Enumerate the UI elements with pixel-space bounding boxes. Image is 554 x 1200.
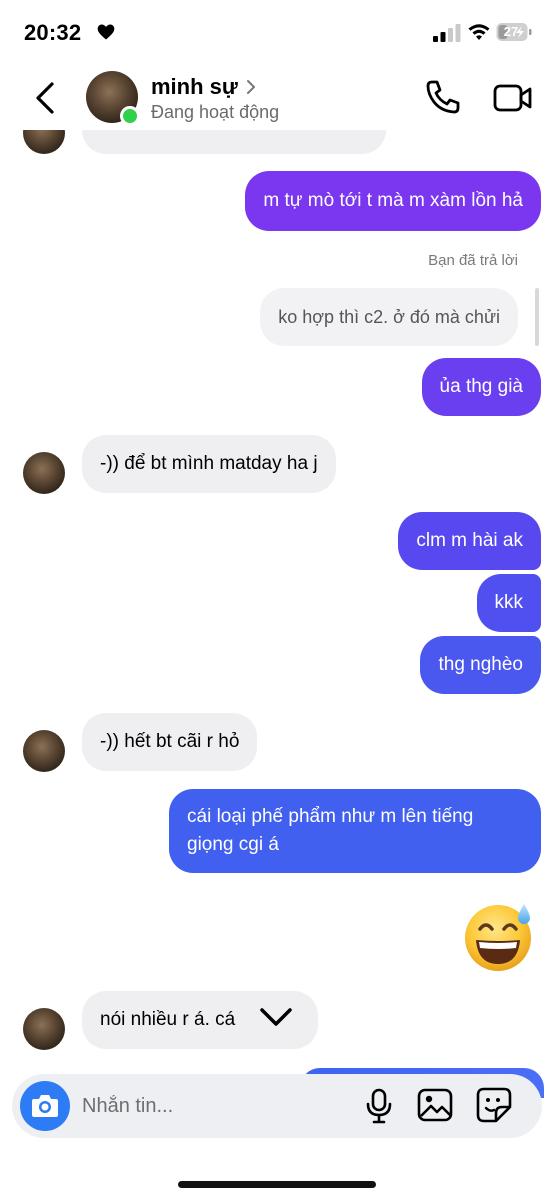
- message-list[interactable]: m tự mò tới t mà m xàm lồn hả Bạn đã trả…: [0, 0, 554, 1200]
- grinning-sweat-emoji-icon[interactable]: [462, 898, 538, 974]
- phone-call-icon[interactable]: [424, 78, 462, 116]
- home-indicator[interactable]: [178, 1181, 376, 1188]
- quoted-message[interactable]: ko hợp thì c2. ở đó mà chửi: [260, 288, 518, 346]
- reply-indicator-bar: [535, 288, 539, 346]
- online-status-dot: [120, 106, 140, 126]
- sticker-icon[interactable]: [476, 1087, 512, 1123]
- contact-status: Đang hoạt động: [151, 102, 280, 122]
- reply-label: Bạn đã trả lời: [428, 252, 518, 269]
- microphone-icon[interactable]: [364, 1088, 394, 1124]
- video-call-icon[interactable]: [493, 82, 533, 114]
- message-bubble-outgoing[interactable]: cái loại phế phẩm như m lên tiếng giọng …: [169, 789, 541, 873]
- message-bubble-outgoing[interactable]: m tự mò tới t mà m xàm lồn hả: [245, 171, 541, 231]
- message-bubble-incoming[interactable]: -)) hết bt cãi r hỏ: [82, 713, 258, 771]
- message-input[interactable]: [82, 1089, 342, 1123]
- message-line: cái loại phế phẩm như m lên tiếng: [187, 806, 474, 827]
- avatar[interactable]: [23, 730, 65, 772]
- message-bubble-outgoing[interactable]: kkk: [476, 574, 541, 632]
- back-arrow-icon[interactable]: [30, 78, 60, 118]
- gallery-icon[interactable]: [417, 1088, 453, 1122]
- message-bubble-outgoing[interactable]: clm m hài ak: [398, 512, 541, 570]
- avatar[interactable]: [23, 1008, 65, 1050]
- avatar[interactable]: [23, 452, 65, 494]
- chevron-down-icon[interactable]: [248, 994, 304, 1040]
- chat-header: minh sự Đang hoạt động: [0, 64, 554, 130]
- message-line: giọng cgi á: [187, 834, 279, 855]
- message-bubble-outgoing[interactable]: thg nghèo: [420, 636, 541, 694]
- chevron-right-icon[interactable]: [245, 78, 257, 96]
- message-bubble-incoming[interactable]: -)) để bt mình matday ha j: [82, 435, 336, 493]
- message-bubble-outgoing[interactable]: ủa thg già: [421, 358, 541, 416]
- camera-button[interactable]: [20, 1081, 70, 1131]
- contact-name[interactable]: minh sự: [151, 74, 238, 100]
- camera-icon: [32, 1095, 58, 1117]
